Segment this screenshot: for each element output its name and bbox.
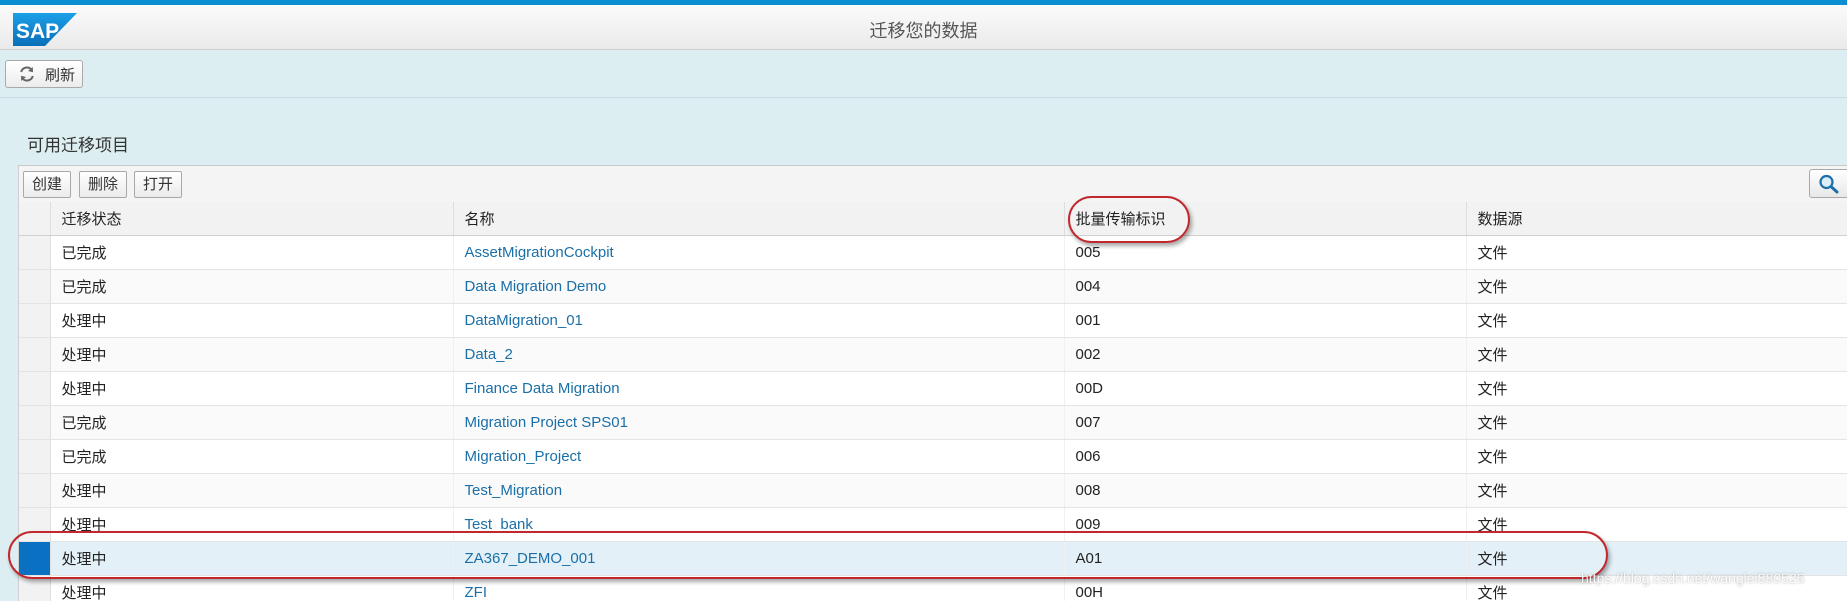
cell-name: ZFI [453, 576, 1064, 601]
cell-transfer-id: 009 [1064, 508, 1466, 542]
cell-transfer-id: 006 [1064, 440, 1466, 474]
row-selector[interactable] [19, 338, 50, 372]
cell-status: 处理中 [50, 508, 453, 542]
row-selector[interactable] [19, 508, 50, 542]
cell-status: 处理中 [50, 576, 453, 601]
section-title: 可用迁移项目 [27, 131, 129, 156]
cell-name: Migration_Project [453, 440, 1064, 474]
row-selector[interactable] [19, 576, 50, 601]
shell-header: SAP 迁移您的数据 [0, 0, 1847, 50]
cell-source: 文件 [1466, 270, 1847, 304]
row-selector[interactable] [19, 236, 50, 270]
cell-source: 文件 [1466, 508, 1847, 542]
table-row[interactable]: 已完成 Migration_Project 006文件 [19, 440, 1847, 474]
cell-status: 处理中 [50, 304, 453, 338]
table-header-row: 迁移状态 名称 批量传输标识 数据源 [19, 202, 1847, 236]
table-row[interactable]: 处理中 Test_bank 009文件 [19, 508, 1847, 542]
cell-name: DataMigration_01 [453, 304, 1064, 338]
project-name-link[interactable]: DataMigration_01 [465, 312, 583, 329]
project-name-link[interactable]: ZFI [465, 584, 488, 601]
row-selector[interactable] [19, 406, 50, 440]
table-row[interactable]: 已完成 AssetMigrationCockpit 005文件 [19, 236, 1847, 270]
table-search-button[interactable] [1809, 169, 1847, 198]
column-header-name[interactable]: 名称 [453, 202, 1064, 236]
cell-source: 文件 [1466, 406, 1847, 440]
project-name-link[interactable]: Finance Data Migration [465, 380, 620, 397]
projects-table: 迁移状态 名称 批量传输标识 数据源 已完成 AssetMigrationCock… [19, 202, 1847, 601]
cell-name: Migration Project SPS01 [453, 406, 1064, 440]
open-button[interactable]: 打开 [134, 171, 182, 198]
cell-transfer-id: 001 [1064, 304, 1466, 338]
cell-transfer-id: 00H [1064, 576, 1466, 601]
column-header-status[interactable]: 迁移状态 [50, 202, 453, 236]
cell-name: Data_2 [453, 338, 1064, 372]
row-selector[interactable] [19, 270, 50, 304]
cell-source: 文件 [1466, 236, 1847, 270]
cell-name: Data Migration Demo [453, 270, 1064, 304]
cell-transfer-id: A01 [1064, 542, 1466, 576]
project-name-link[interactable]: AssetMigrationCockpit [465, 244, 614, 261]
refresh-button[interactable]: 刷新 [5, 60, 83, 88]
create-button[interactable]: 创建 [23, 171, 71, 198]
cell-status: 处理中 [50, 474, 453, 508]
cell-status: 已完成 [50, 406, 453, 440]
row-selector[interactable] [19, 372, 50, 406]
cell-transfer-id: 007 [1064, 406, 1466, 440]
cell-source: 文件 [1466, 304, 1847, 338]
table-row[interactable]: 处理中ZFI00H文件 [19, 576, 1847, 601]
cell-source: 文件 [1466, 474, 1847, 508]
project-name-link[interactable]: ZA367_DEMO_001 [465, 550, 596, 567]
cell-name: ZA367_DEMO_001 [453, 542, 1064, 576]
refresh-icon [18, 65, 36, 83]
projects-table-panel: 创建 删除 打开 迁移状态 名称 批量传输标识 数据源 已完成 AssetMigr… [18, 165, 1847, 601]
row-selector[interactable] [19, 304, 50, 338]
project-name-link[interactable]: Test_bank [465, 516, 533, 533]
cell-name: AssetMigrationCockpit [453, 236, 1064, 270]
cell-source: 文件 [1466, 338, 1847, 372]
cell-transfer-id: 008 [1064, 474, 1466, 508]
project-name-link[interactable]: Test_Migration [465, 482, 563, 499]
table-row[interactable]: 处理中 Test_Migration 008文件 [19, 474, 1847, 508]
cell-name: Test_Migration [453, 474, 1064, 508]
cell-status: 已完成 [50, 236, 453, 270]
cell-status: 处理中 [50, 542, 453, 576]
table-row[interactable]: 处理中 Finance Data Migration 00D文件 [19, 372, 1847, 406]
refresh-label: 刷新 [45, 64, 75, 85]
cell-name: Finance Data Migration [453, 372, 1064, 406]
page-title: 迁移您的数据 [0, 17, 1847, 43]
select-all-cell[interactable] [19, 202, 50, 236]
project-name-link[interactable]: Data Migration Demo [465, 278, 607, 295]
table-row[interactable]: 已完成 Migration Project SPS01 007文件 [19, 406, 1847, 440]
watermark: https://blog.csdn.net/wanglei880526 [1581, 570, 1804, 586]
delete-button[interactable]: 删除 [79, 171, 127, 198]
row-selector[interactable] [19, 542, 50, 576]
row-selector[interactable] [19, 440, 50, 474]
table-row[interactable]: 处理中ZA367_DEMO_001A01文件 [19, 542, 1847, 576]
project-name-link[interactable]: Migration Project SPS01 [465, 414, 628, 431]
cell-status: 已完成 [50, 440, 453, 474]
table-row[interactable]: 处理中 DataMigration_01 001文件 [19, 304, 1847, 338]
cell-source: 文件 [1466, 440, 1847, 474]
project-name-link[interactable]: Migration_Project [465, 448, 582, 465]
cell-transfer-id: 004 [1064, 270, 1466, 304]
project-name-link[interactable]: Data_2 [465, 346, 513, 363]
table-row[interactable]: 已完成 Data Migration Demo 004文件 [19, 270, 1847, 304]
cell-status: 已完成 [50, 270, 453, 304]
page-toolbar: 刷新 [0, 51, 1847, 98]
search-icon [1818, 174, 1840, 194]
table-toolbar: 创建 删除 打开 [19, 166, 1847, 203]
cell-status: 处理中 [50, 372, 453, 406]
cell-source: 文件 [1466, 372, 1847, 406]
cell-transfer-id: 002 [1064, 338, 1466, 372]
cell-transfer-id: 00D [1064, 372, 1466, 406]
table-body: 已完成AssetMigrationCockpit005文件已完成Data Mig… [19, 236, 1847, 601]
cell-name: Test_bank [453, 508, 1064, 542]
cell-transfer-id: 005 [1064, 236, 1466, 270]
table-row[interactable]: 处理中 Data_2 002文件 [19, 338, 1847, 372]
column-header-transfer-id[interactable]: 批量传输标识 [1064, 202, 1466, 236]
cell-status: 处理中 [50, 338, 453, 372]
row-selector[interactable] [19, 474, 50, 508]
column-header-source[interactable]: 数据源 [1466, 202, 1847, 236]
